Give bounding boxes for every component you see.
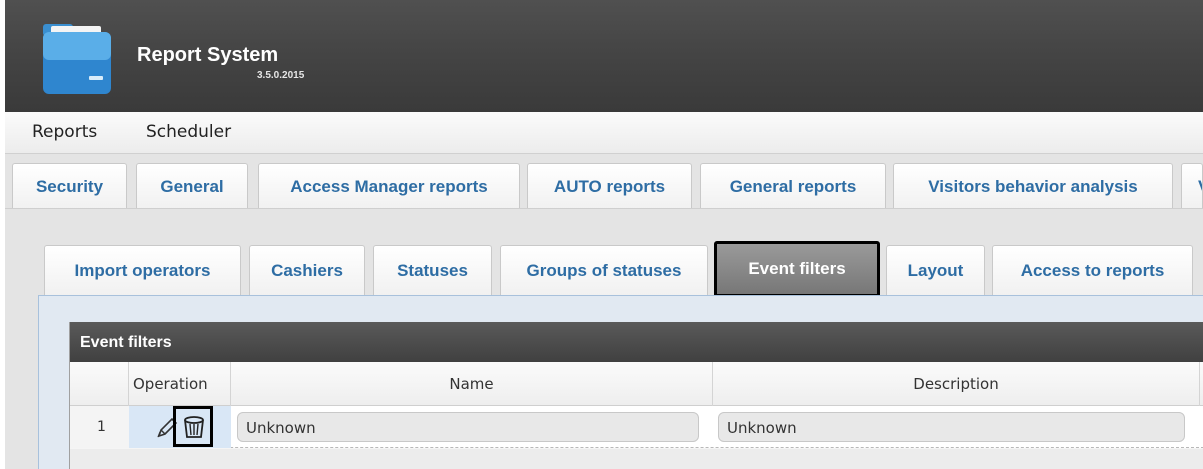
subtab-access-to-reports[interactable]: Access to reports xyxy=(992,245,1193,295)
app-title: Report System xyxy=(137,44,279,66)
menu-item-scheduler[interactable]: Scheduler xyxy=(146,122,231,142)
tab-security[interactable]: Security xyxy=(12,163,127,209)
tab-general-reports[interactable]: General reports xyxy=(700,163,886,209)
menu-bar: Reports Scheduler xyxy=(5,112,1203,154)
subtab-layout[interactable]: Layout xyxy=(886,245,985,295)
row-number: 1 xyxy=(70,406,129,448)
column-header-name[interactable]: Name xyxy=(231,362,713,406)
subtab-groups-of-statuses[interactable]: Groups of statuses xyxy=(500,245,708,295)
tab-general[interactable]: General xyxy=(136,163,248,209)
column-header-description[interactable]: Description xyxy=(713,362,1200,406)
subtab-event-filters[interactable]: Event filters xyxy=(714,241,880,297)
name-field[interactable]: Unknown xyxy=(237,412,699,442)
tab-visitors-behavior-analysis[interactable]: Visitors behavior analysis xyxy=(893,163,1173,209)
folder-icon xyxy=(43,24,111,94)
subtab-cashiers[interactable]: Cashiers xyxy=(249,245,365,295)
description-field[interactable]: Unknown xyxy=(718,412,1185,442)
tab-v-truncated[interactable]: V xyxy=(1181,163,1203,209)
tab-strip-divider xyxy=(5,208,1203,209)
tab-access-manager-reports[interactable]: Access Manager reports xyxy=(258,163,520,209)
delete-highlight-box xyxy=(173,406,213,447)
grid-footer xyxy=(70,449,1203,469)
event-filters-grid: Event filters Operation Name Description… xyxy=(69,322,1203,469)
subtab-statuses[interactable]: Statuses xyxy=(373,245,492,295)
table-row[interactable]: 1 Unknown Unknown xyxy=(70,406,1203,448)
menu-item-reports[interactable]: Reports xyxy=(32,122,97,142)
app-header: Report System 3.5.0.2015 xyxy=(5,0,1203,112)
tab-auto-reports[interactable]: AUTO reports xyxy=(527,163,692,209)
grid-header: Operation Name Description xyxy=(70,362,1203,406)
grid-caption: Event filters xyxy=(70,322,1203,362)
app-version: 3.5.0.2015 xyxy=(257,70,305,81)
subtab-import-operators[interactable]: Import operators xyxy=(44,245,241,295)
column-header-operation[interactable]: Operation xyxy=(129,362,231,406)
column-header-rownum xyxy=(70,362,129,406)
